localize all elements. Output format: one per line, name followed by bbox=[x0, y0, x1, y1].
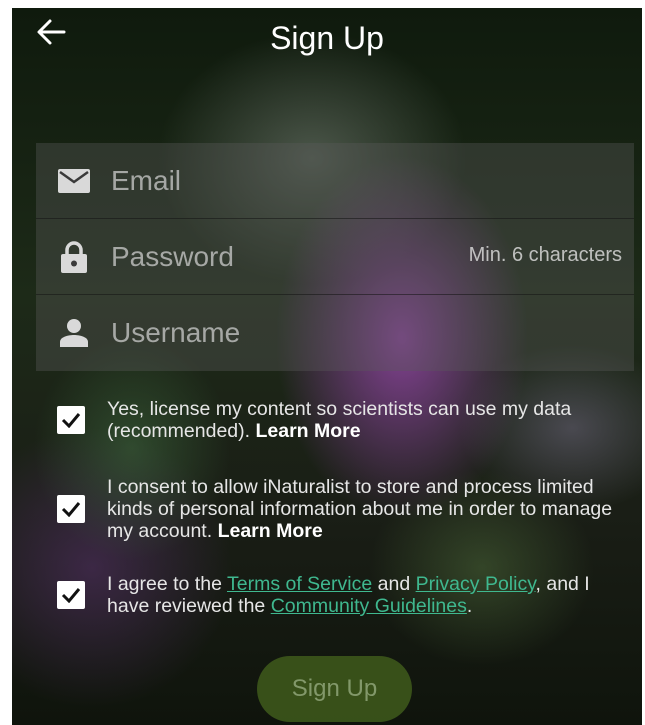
terms-of-service-link[interactable]: Terms of Service bbox=[227, 573, 372, 595]
terms-text-4: . bbox=[466, 595, 473, 617]
checkmark-icon bbox=[61, 502, 81, 517]
signup-form: Min. 6 characters bbox=[36, 143, 634, 371]
license-checkbox[interactable] bbox=[57, 406, 85, 434]
signup-screen: Sign Up Min. 6 characters bbox=[12, 8, 642, 725]
password-hint: Min. 6 characters bbox=[468, 244, 622, 266]
terms-text-1: I agree to the bbox=[107, 573, 222, 595]
personal-info-learn-more-link[interactable]: Learn More bbox=[218, 520, 323, 542]
personal-info-checkbox[interactable] bbox=[57, 495, 85, 523]
community-guidelines-link[interactable]: Community Guidelines bbox=[271, 595, 467, 617]
envelope-icon bbox=[36, 168, 111, 193]
username-input[interactable] bbox=[111, 317, 634, 349]
license-consent: Yes, license my content so scientists ca… bbox=[57, 398, 637, 442]
license-learn-more-link[interactable]: Learn More bbox=[255, 420, 360, 442]
lock-icon bbox=[36, 240, 111, 273]
sign-up-button[interactable]: Sign Up bbox=[257, 656, 412, 722]
license-consent-text: Yes, license my content so scientists ca… bbox=[107, 398, 637, 442]
email-field-row bbox=[36, 143, 634, 219]
terms-text-2: and bbox=[377, 573, 411, 595]
person-icon bbox=[36, 319, 111, 347]
terms-checkbox[interactable] bbox=[57, 581, 85, 609]
personal-info-text: I consent to allow iNaturalist to store … bbox=[107, 476, 613, 542]
page-title: Sign Up bbox=[270, 20, 384, 56]
checkmark-icon bbox=[61, 413, 81, 428]
privacy-policy-link[interactable]: Privacy Policy bbox=[416, 573, 536, 595]
password-field-row: Min. 6 characters bbox=[36, 219, 634, 295]
personal-info-consent: I consent to allow iNaturalist to store … bbox=[57, 476, 637, 542]
terms-consent-text: I agree to the Terms of Service and Priv… bbox=[107, 573, 637, 617]
username-field-row bbox=[36, 295, 634, 371]
email-input[interactable] bbox=[111, 164, 634, 197]
terms-consent: I agree to the Terms of Service and Priv… bbox=[57, 573, 637, 617]
personal-info-consent-text: I consent to allow iNaturalist to store … bbox=[107, 476, 637, 542]
checkmark-icon bbox=[61, 588, 81, 603]
